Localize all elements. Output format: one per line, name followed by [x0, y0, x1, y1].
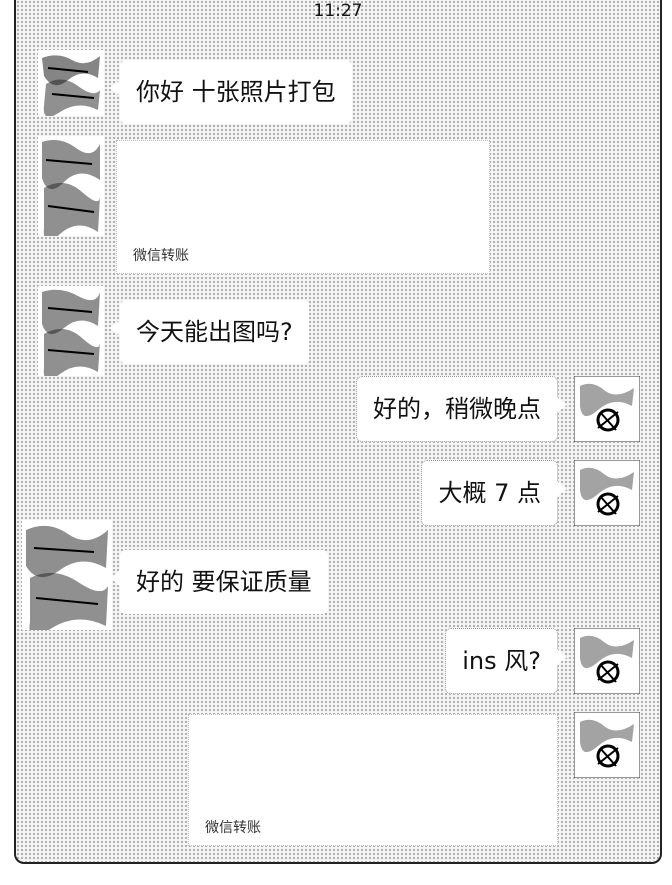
cat-avatar-icon: [574, 460, 640, 526]
message-text: 今天能出图吗?: [136, 318, 293, 346]
message-bubble[interactable]: 好的 要保证质量: [110, 550, 328, 614]
message-bubble[interactable]: 好的，稍微晚点: [356, 376, 567, 442]
sketch-avatar-icon: [38, 50, 104, 116]
message-bubble[interactable]: 大概 7 点: [421, 460, 567, 526]
transfer-label: 微信转账: [133, 248, 189, 264]
transfer-label: 微信转账: [205, 820, 261, 836]
transfer-card[interactable]: 微信转账: [188, 714, 558, 846]
message-bubble[interactable]: ins 风?: [445, 628, 567, 694]
transfer-body: [117, 141, 489, 243]
transfer-card[interactable]: 微信转账: [116, 140, 490, 274]
message-text: 好的，稍微晚点: [373, 395, 541, 423]
sketch-avatar-icon: [22, 520, 112, 630]
transfer-body: [189, 715, 557, 815]
sketch-avatar-icon: [38, 286, 104, 376]
self-avatar[interactable]: [574, 712, 640, 778]
self-avatar[interactable]: [574, 376, 640, 442]
contact-avatar[interactable]: [22, 520, 112, 630]
status-time: 11:27: [313, 1, 363, 21]
self-avatar[interactable]: [574, 628, 640, 694]
message-text: 好的 要保证质量: [136, 568, 312, 596]
message-text: 大概 7 点: [438, 479, 541, 507]
contact-avatar[interactable]: [38, 50, 104, 116]
message-bubble[interactable]: 今天能出图吗?: [110, 300, 309, 364]
message-text: ins 风?: [462, 647, 541, 675]
cat-avatar-icon: [574, 376, 640, 442]
contact-avatar[interactable]: [38, 136, 104, 236]
sketch-avatar-icon: [38, 136, 104, 236]
message-text: 你好 十张照片打包: [136, 78, 336, 106]
chat-screen: 11:27 你好 十张照片打包 微信转账 今天能出图吗? 好的，稍微晚点 大概 …: [14, 0, 662, 864]
cat-avatar-icon: [574, 712, 640, 778]
contact-avatar[interactable]: [38, 286, 104, 376]
cat-avatar-icon: [574, 628, 640, 694]
message-bubble[interactable]: 你好 十张照片打包: [110, 60, 352, 124]
self-avatar[interactable]: [574, 460, 640, 526]
